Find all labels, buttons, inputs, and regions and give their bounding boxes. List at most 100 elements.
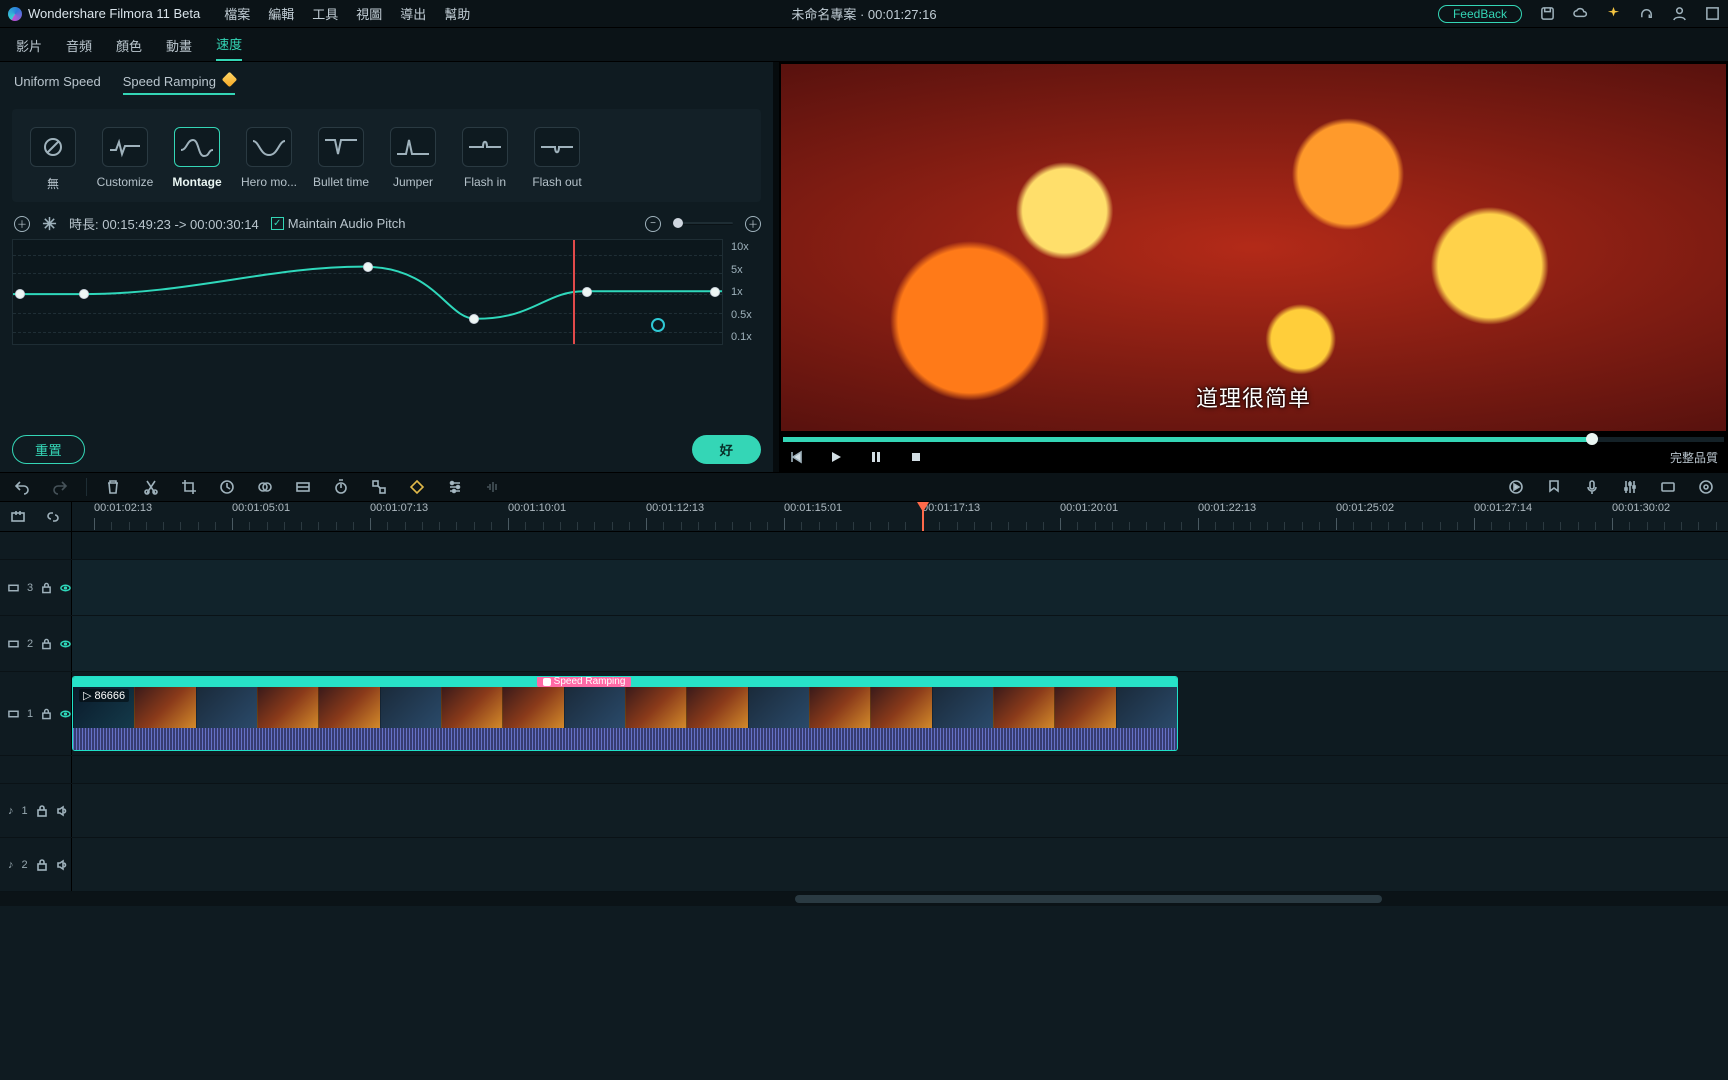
ramp-graph-wrap: 10x 5x 1x 0.5x 0.1x xyxy=(12,239,761,345)
ruler-tick: 00:01:17:13 xyxy=(922,502,980,514)
menu-file[interactable]: 檔案 xyxy=(224,4,250,23)
color-match-icon[interactable] xyxy=(257,479,273,495)
track-index: 2 xyxy=(27,638,33,650)
preset-hero-moment[interactable]: Hero mo... xyxy=(240,127,298,192)
track-insert-icon[interactable] xyxy=(10,509,26,525)
ramp-keyframe[interactable] xyxy=(582,287,592,297)
preview-progress[interactable] xyxy=(783,437,1724,442)
freeze-frame-icon[interactable] xyxy=(42,216,57,231)
add-keyframe-icon[interactable]: ＋ xyxy=(14,216,30,232)
ramp-keyframe[interactable] xyxy=(15,289,25,299)
cloud-icon[interactable] xyxy=(1573,6,1588,21)
keyframe-diamond-icon[interactable] xyxy=(409,479,425,495)
eye-icon[interactable] xyxy=(60,638,71,650)
preset-montage[interactable]: Montage xyxy=(168,127,226,192)
video-track-1[interactable]: 1 Speed Ramping ▷ 86666 xyxy=(0,672,1728,756)
zoom-in-icon[interactable]: ＋ xyxy=(745,216,761,232)
preset-none[interactable]: 無 xyxy=(24,127,82,192)
eye-icon[interactable] xyxy=(60,708,71,720)
eye-icon[interactable] xyxy=(60,582,71,594)
split-icon[interactable] xyxy=(143,479,159,495)
tab-audio[interactable]: 音頻 xyxy=(66,36,92,61)
ramp-playhead[interactable] xyxy=(573,240,575,344)
feedback-button[interactable]: FeedBack xyxy=(1438,5,1522,23)
menu-help[interactable]: 幫助 xyxy=(444,4,470,23)
video-track-2[interactable]: 2 xyxy=(0,616,1728,672)
lock-icon[interactable] xyxy=(36,859,48,871)
render-preview-icon[interactable] xyxy=(1508,479,1524,495)
ramp-zoom-slider[interactable] xyxy=(673,222,733,225)
audio-track-1[interactable]: ♪ 1 xyxy=(0,784,1728,838)
detach-icon[interactable] xyxy=(371,479,387,495)
preview-progress-knob[interactable] xyxy=(1586,433,1598,445)
timeline-settings-icon[interactable] xyxy=(1698,479,1714,495)
clip-speed-band: Speed Ramping xyxy=(73,677,1177,687)
ramp-keyframe[interactable] xyxy=(469,314,479,324)
tab-speed[interactable]: 速度 xyxy=(216,34,242,61)
subtab-uniform-speed[interactable]: Uniform Speed xyxy=(14,74,101,95)
video-track-3[interactable]: 3 xyxy=(0,560,1728,616)
tab-video[interactable]: 影片 xyxy=(16,36,42,61)
ramp-keyframe[interactable] xyxy=(363,262,373,272)
zoom-out-icon[interactable]: − xyxy=(645,216,661,232)
scrollbar-thumb[interactable] xyxy=(795,895,1383,903)
account-icon[interactable] xyxy=(1672,6,1687,21)
menu-view[interactable]: 視圖 xyxy=(356,4,382,23)
timer-icon[interactable] xyxy=(333,479,349,495)
lock-icon[interactable] xyxy=(41,708,52,720)
lock-icon[interactable] xyxy=(41,582,52,594)
audio-wave-icon[interactable] xyxy=(485,479,501,495)
mute-icon[interactable] xyxy=(56,859,68,871)
redo-icon[interactable] xyxy=(52,479,68,495)
video-clip[interactable]: Speed Ramping ▷ 86666 xyxy=(72,676,1178,751)
maintain-audio-pitch-checkbox[interactable]: ✓ Maintain Audio Pitch xyxy=(271,216,406,231)
speed-icon-tl[interactable] xyxy=(219,479,235,495)
marker-icon[interactable] xyxy=(1546,479,1562,495)
timeline-horizontal-scrollbar[interactable] xyxy=(0,892,1728,906)
maximize-icon[interactable] xyxy=(1705,6,1720,21)
track-gap xyxy=(0,756,1728,784)
timeline-playhead[interactable] xyxy=(922,502,924,531)
voiceover-icon[interactable] xyxy=(1584,479,1600,495)
subtab-speed-ramping[interactable]: Speed Ramping xyxy=(123,74,235,95)
pause-button[interactable] xyxy=(869,450,883,464)
subtab-speed-ramping-label: Speed Ramping xyxy=(123,74,216,93)
preview-viewport[interactable]: 道理很简单 xyxy=(781,64,1726,431)
ok-button[interactable]: 好 xyxy=(692,435,761,464)
headphones-icon[interactable] xyxy=(1639,6,1654,21)
lock-icon[interactable] xyxy=(36,805,48,817)
audio-track-2[interactable]: ♪ 2 xyxy=(0,838,1728,892)
ruler-tick: 00:01:10:01 xyxy=(508,502,566,514)
preset-bullet-time[interactable]: Bullet time xyxy=(312,127,370,192)
adjust-icon[interactable] xyxy=(447,479,463,495)
stop-button[interactable] xyxy=(909,450,923,464)
preset-customize[interactable]: Customize xyxy=(96,127,154,192)
menu-edit[interactable]: 編輯 xyxy=(268,4,294,23)
link-toggle-icon[interactable] xyxy=(45,509,61,525)
delete-icon[interactable] xyxy=(105,479,121,495)
mute-icon[interactable] xyxy=(56,805,68,817)
ramp-graph[interactable] xyxy=(12,239,723,345)
save-icon[interactable] xyxy=(1540,6,1555,21)
preset-jumper[interactable]: Jumper xyxy=(384,127,442,192)
green-screen-icon[interactable] xyxy=(295,479,311,495)
undo-icon[interactable] xyxy=(14,479,30,495)
menu-tools[interactable]: 工具 xyxy=(312,4,338,23)
reset-button[interactable]: 重置 xyxy=(12,435,85,464)
snap-icon[interactable] xyxy=(1660,479,1676,495)
tab-motion[interactable]: 動畫 xyxy=(166,36,192,61)
ramp-keyframe[interactable] xyxy=(79,289,89,299)
preset-flash-in[interactable]: Flash in xyxy=(456,127,514,192)
menu-export[interactable]: 導出 xyxy=(400,4,426,23)
sparkle-icon[interactable] xyxy=(1606,6,1621,21)
preset-flash-out[interactable]: Flash out xyxy=(528,127,586,192)
lock-icon[interactable] xyxy=(41,638,52,650)
preview-quality-label[interactable]: 完整品質 xyxy=(1670,449,1718,466)
crop-icon[interactable] xyxy=(181,479,197,495)
play-button[interactable] xyxy=(829,450,843,464)
prev-frame-button[interactable] xyxy=(789,450,803,464)
tab-color[interactable]: 顏色 xyxy=(116,36,142,61)
mixer-icon[interactable] xyxy=(1622,479,1638,495)
timeline-ruler[interactable]: 00:01:02:1300:01:05:0100:01:07:1300:01:1… xyxy=(72,502,1728,531)
ramp-keyframe[interactable] xyxy=(710,287,720,297)
